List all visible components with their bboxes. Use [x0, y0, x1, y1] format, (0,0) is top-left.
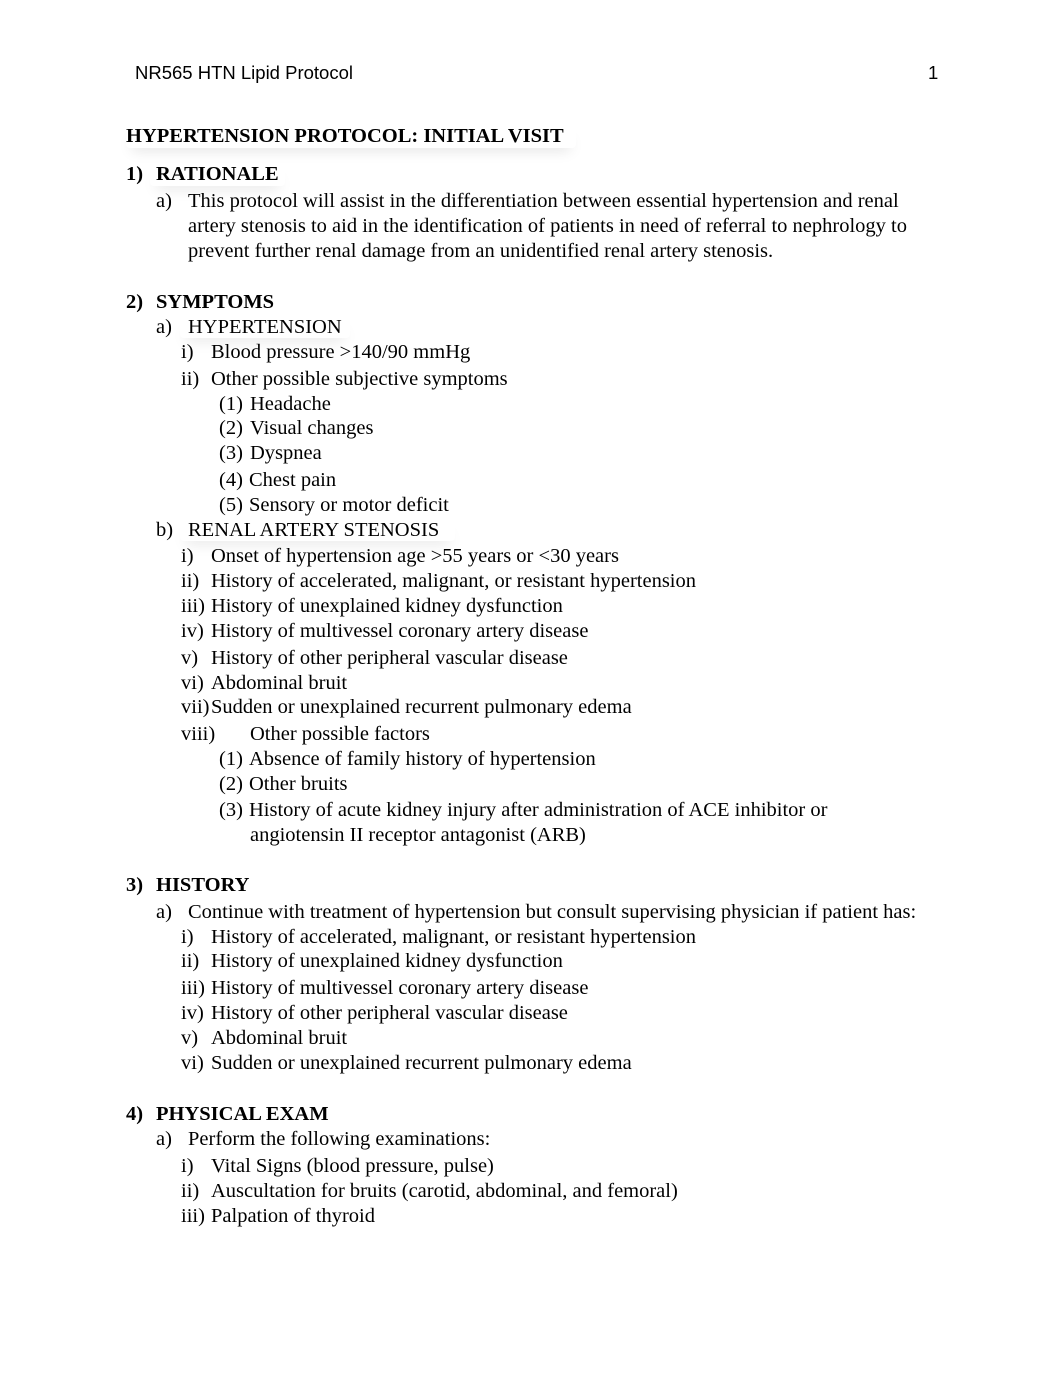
running-header-title: NR565 HTN Lipid Protocol	[135, 62, 353, 83]
list-item-continuation: angiotensin II receptor antagonist (ARB)	[250, 824, 586, 846]
list-item: History of unexplained kidney dysfunctio…	[211, 950, 563, 972]
list-item: History of other peripheral vascular dis…	[211, 647, 568, 669]
list-label: i)	[181, 926, 194, 948]
list-item: Vital Signs (blood pressure, pulse)	[211, 1155, 494, 1177]
list-label: viii)	[181, 723, 216, 745]
section-number: 4)	[126, 1103, 144, 1125]
history-instruction: Continue with treatment of hypertension …	[188, 901, 917, 923]
section-heading-history: HISTORY	[156, 874, 250, 896]
list-item: Chest pain	[249, 469, 337, 491]
list-label: b)	[156, 519, 174, 541]
list-item: Other possible factors	[250, 723, 430, 745]
list-label: (5)	[219, 494, 243, 516]
list-label: a)	[156, 901, 172, 923]
list-item: Onset of hypertension age >55 years or <…	[211, 545, 619, 567]
list-label: (2)	[219, 773, 243, 795]
list-label: (1)	[219, 393, 243, 415]
list-item: History of other peripheral vascular dis…	[211, 1002, 568, 1024]
physical-exam-instruction: Perform the following examinations:	[188, 1128, 491, 1150]
list-label: ii)	[181, 950, 200, 972]
list-label: i)	[181, 341, 194, 363]
section-heading-symptoms: SYMPTOMS	[156, 291, 275, 313]
list-item: Visual changes	[250, 417, 374, 439]
list-label: (4)	[219, 469, 243, 491]
list-label: (2)	[219, 417, 243, 439]
section-number: 1)	[126, 163, 144, 185]
list-item: Blood pressure >140/90 mmHg	[211, 341, 471, 363]
rationale-text-line: artery stenosis to aid in the identifica…	[188, 215, 907, 237]
list-item: History of acute kidney injury after adm…	[249, 799, 828, 821]
list-item: Palpation of thyroid	[211, 1205, 375, 1227]
list-label: (1)	[219, 748, 243, 770]
list-item: Auscultation for bruits (carotid, abdomi…	[211, 1180, 678, 1202]
list-label: (3)	[219, 442, 243, 464]
subheading-hypertension: HYPERTENSION	[188, 316, 342, 338]
list-label: a)	[156, 316, 172, 338]
list-label: i)	[181, 1155, 194, 1177]
list-item: Abdominal bruit	[211, 1027, 348, 1049]
list-item: History of multivessel coronary artery d…	[211, 620, 589, 642]
list-label: ii)	[181, 570, 200, 592]
list-item: Absence of family history of hypertensio…	[249, 748, 596, 770]
list-item: Other possible subjective symptoms	[211, 368, 508, 390]
list-item: History of unexplained kidney dysfunctio…	[211, 595, 563, 617]
list-label: a)	[156, 1128, 172, 1150]
list-label: ii)	[181, 368, 200, 390]
list-label: vii)	[181, 696, 210, 718]
list-item: Other bruits	[249, 773, 348, 795]
list-label: iii)	[181, 595, 205, 617]
section-heading-rationale: RATIONALE	[156, 163, 279, 185]
list-label: ii)	[181, 1180, 200, 1202]
section-number: 3)	[126, 874, 144, 896]
page-number: 1	[928, 62, 939, 83]
list-label: iv)	[181, 620, 204, 642]
list-item: Sudden or unexplained recurrent pulmonar…	[211, 696, 632, 718]
document-title: HYPERTENSION PROTOCOL: INITIAL VISIT	[126, 125, 564, 147]
list-item: History of accelerated, malignant, or re…	[211, 926, 697, 948]
subheading-renal-artery-stenosis: RENAL ARTERY STENOSIS	[188, 519, 440, 541]
section-heading-physical-exam: PHYSICAL EXAM	[156, 1103, 329, 1125]
list-label: vi)	[181, 1052, 204, 1074]
list-label: vi)	[181, 672, 204, 694]
list-label: v)	[181, 1027, 199, 1049]
list-item: History of multivessel coronary artery d…	[211, 977, 589, 999]
document-page: NR565 HTN Lipid Protocol 1 HYPERTENSION …	[0, 0, 1062, 1377]
list-item: Abdominal bruit	[211, 672, 348, 694]
list-label: iii)	[181, 977, 205, 999]
list-label: i)	[181, 545, 194, 567]
list-item: Sudden or unexplained recurrent pulmonar…	[211, 1052, 632, 1074]
list-item: History of accelerated, malignant, or re…	[211, 570, 697, 592]
section-number: 2)	[126, 291, 144, 313]
list-label: iv)	[181, 1002, 204, 1024]
list-label: iii)	[181, 1205, 205, 1227]
rationale-text-line: This protocol will assist in the differe…	[188, 190, 899, 212]
list-label: v)	[181, 647, 199, 669]
list-label: (3)	[219, 799, 243, 821]
rationale-text-line: prevent further renal damage from an uni…	[188, 240, 774, 262]
list-item: Dyspnea	[250, 442, 322, 464]
list-item: Headache	[250, 393, 331, 415]
list-item: Sensory or motor deficit	[249, 494, 449, 516]
list-label: a)	[156, 190, 172, 212]
